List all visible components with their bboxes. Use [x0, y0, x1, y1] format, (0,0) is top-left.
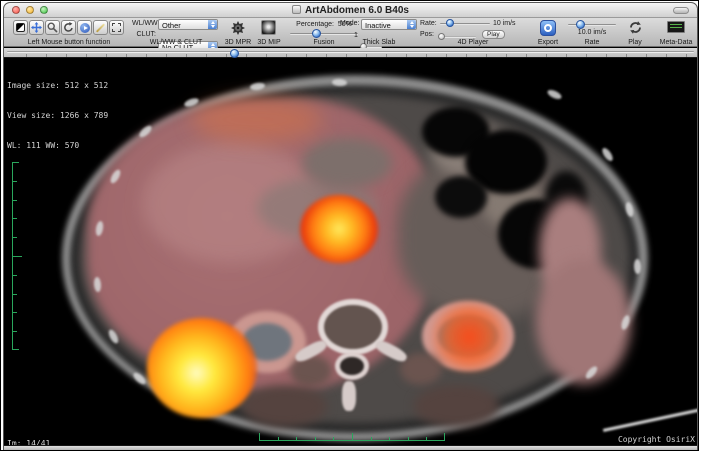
pan-tool-button[interactable]	[29, 20, 44, 35]
horizontal-scale-ruler	[259, 433, 445, 441]
rate-label: Rate	[566, 39, 618, 46]
play4d-button[interactable]: Play	[482, 30, 505, 39]
pet-hotspot-left-kidney	[427, 303, 512, 371]
toolbar: Left Mouse button function WL/WW Other C…	[4, 18, 697, 47]
export-group: Export	[532, 18, 564, 47]
image-navigation-bar	[4, 48, 697, 58]
player4d-label: 4D Player	[420, 39, 526, 46]
mode-popup-value: Inactive	[365, 21, 391, 30]
pos4d-slider[interactable]	[440, 36, 476, 38]
clut-label: CLUT:	[132, 31, 156, 38]
window-proxy-icon	[292, 5, 301, 14]
overlay-image-size: Image size: 512 x 512	[7, 81, 108, 91]
rate4d-slider-thumb[interactable]	[446, 19, 454, 27]
metadata-group: Meta-Data	[656, 18, 696, 47]
browse-icon	[80, 23, 90, 33]
pan-icon	[31, 22, 42, 33]
wlww-label: WL/WW	[132, 20, 156, 27]
window-title: ArtAbdomen 6.0 B40s	[4, 5, 697, 16]
ct-back-muscle-right	[242, 385, 327, 427]
magnify-icon	[47, 22, 58, 33]
rate4d-value: 10 im/s	[493, 20, 516, 27]
rate-value: 10.0 im/s	[566, 29, 618, 36]
overlay-top-left: Image size: 512 x 512 View size: 1266 x …	[7, 61, 108, 171]
image-slider-thumb[interactable]	[230, 49, 239, 58]
wlww-clut-group: WL/WW Other CLUT: No CLUT WL/WW & CLUT	[132, 18, 220, 47]
rate4d-slider[interactable]	[440, 23, 490, 25]
rate-group: 10.0 im/s Rate	[566, 18, 618, 47]
thick-slab-group: Mode: Inactive 1 Thick Slab	[340, 18, 418, 47]
play4d-button-label: Play	[487, 31, 500, 38]
roi-icon	[112, 23, 121, 32]
wlww-popup-value: Other	[162, 21, 181, 30]
window-bottom-edge	[4, 445, 697, 450]
ct-spinal-canal	[335, 352, 369, 380]
ct-spleen	[536, 259, 631, 384]
mpr-group: 3D MPR	[222, 18, 254, 47]
wlww-clut-group-label: WL/WW & CLUT	[132, 39, 220, 46]
thick-slab-label: Thick Slab	[340, 39, 418, 46]
ct-spinous-process	[342, 381, 356, 411]
rate-slider[interactable]	[568, 24, 616, 26]
contrast-icon	[16, 23, 25, 32]
overlay-copyright: Copyright OsiriX	[618, 435, 695, 445]
play-group: Play	[620, 18, 650, 47]
mode-label: Mode:	[340, 20, 359, 27]
measure-tool-button[interactable]	[93, 20, 108, 35]
mip-thumbnail-icon[interactable]	[261, 20, 276, 35]
mip-group: 3D MIP	[254, 18, 284, 47]
metadata-label: Meta-Data	[656, 39, 696, 46]
browse-tool-button[interactable]	[77, 20, 92, 35]
mouse-function-group: Left Mouse button function	[10, 18, 128, 47]
overlay-bottom-left: Im: 14/41 Thickness: 6.0 mm Location: -1…	[7, 419, 176, 445]
wlww-popup[interactable]: Other	[158, 19, 218, 30]
wlww-tool-button[interactable]	[13, 20, 28, 35]
ct-back-muscle-left	[414, 385, 499, 427]
mode-popup[interactable]: Inactive	[361, 19, 417, 30]
player4d-group: Rate: 10 im/s Pos: Play 4D Player	[420, 18, 526, 47]
popup-stepper-icon	[407, 20, 416, 29]
toolbar-toggle-capsule-button[interactable]	[673, 7, 689, 14]
pos4d-label: Pos:	[420, 31, 434, 38]
play-label: Play	[620, 39, 650, 46]
overlay-view-size: View size: 1266 x 789	[7, 111, 108, 121]
popup-stepper-icon	[208, 20, 217, 29]
roi-tool-button[interactable]	[109, 20, 124, 35]
image-viewport[interactable]: Image size: 512 x 512 View size: 1266 x …	[4, 59, 698, 445]
metadata-icon[interactable]	[667, 21, 685, 33]
quicktime-export-icon[interactable]	[540, 20, 556, 36]
pet-wash-liver-dome	[192, 97, 322, 142]
slab-count: 1	[354, 32, 358, 39]
rate-slider-thumb[interactable]	[576, 20, 585, 29]
pet-hotspot-central	[300, 195, 378, 263]
osirix-window: ArtAbdomen 6.0 B40s Left Mouse	[3, 2, 698, 450]
mip-label: 3D MIP	[254, 39, 284, 46]
mouse-function-label: Left Mouse button function	[10, 39, 128, 46]
rate4d-label: Rate:	[420, 20, 437, 27]
overlay-wl-ww: WL: 111 WW: 570	[7, 141, 108, 151]
gear-icon[interactable]	[230, 20, 246, 36]
window-title-text: ArtAbdomen 6.0 B40s	[305, 5, 409, 16]
image-slider-ticks	[7, 54, 694, 57]
rotate-icon	[63, 22, 74, 33]
rotate-tool-button[interactable]	[61, 20, 76, 35]
ct-skin-fold-line	[603, 405, 698, 432]
image-slider-track[interactable]	[7, 51, 694, 53]
screenshot: ArtAbdomen 6.0 B40s Left Mouse	[0, 0, 699, 451]
pet-hotspot-liver-inferior	[147, 318, 257, 418]
ct-air-pocket-4	[435, 176, 487, 218]
export-label: Export	[532, 39, 564, 46]
mpr-label: 3D MPR	[222, 39, 254, 46]
zoom-tool-button[interactable]	[45, 20, 60, 35]
fusion-percentage-label: Percentage:	[296, 21, 334, 28]
fusion-slider-thumb[interactable]	[312, 29, 321, 38]
refresh-play-icon[interactable]	[628, 20, 643, 35]
ct-vessel-region	[302, 138, 392, 188]
titlebar: ArtAbdomen 6.0 B40s	[4, 3, 697, 18]
measure-icon	[96, 23, 105, 32]
overlay-image-index: Im: 14/41	[7, 439, 176, 445]
vertical-scale-ruler	[12, 162, 22, 350]
